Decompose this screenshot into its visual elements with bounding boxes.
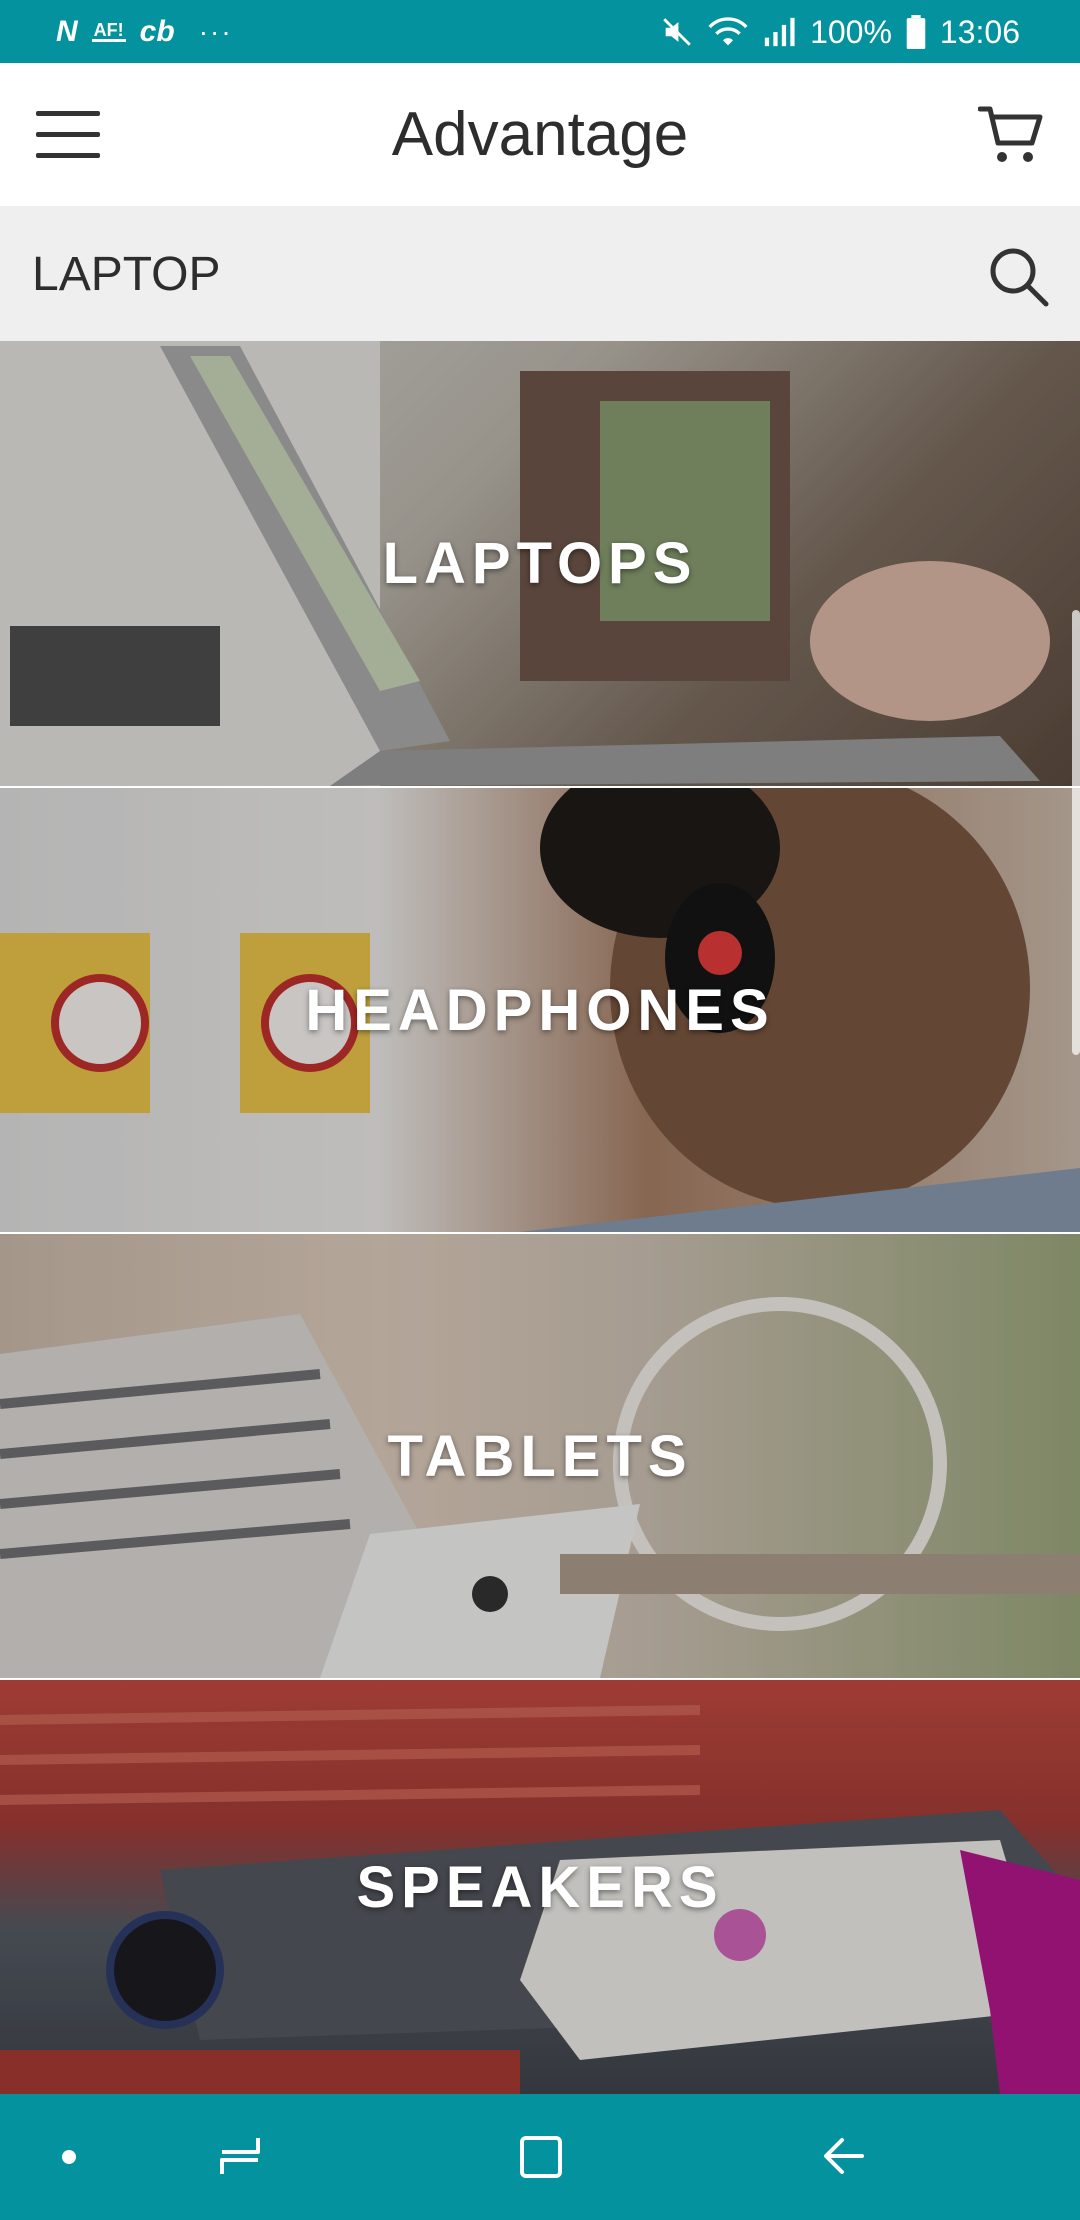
battery-icon [906,14,926,49]
category-label: SPEAKERS [356,1854,724,1920]
cb-notification-icon: cb [139,14,175,48]
category-label: LAPTOPS [382,531,698,596]
n-notification-icon: N [56,14,78,48]
clock: 13:06 [939,13,1020,50]
back-icon[interactable] [822,2134,866,2178]
search-bar [0,206,1080,341]
more-notifications-icon: ··· [198,15,233,47]
app-title: Advantage [391,100,689,169]
category-tile-headphones[interactable]: HEADPHONES [0,788,1080,1232]
status-bar: N AF! cb ··· 100% 13:06 [0,0,1080,63]
category-label: TABLETS [387,1423,693,1489]
recents-icon[interactable] [218,2134,262,2178]
wifi-icon [708,16,748,45]
category-tile-tablets[interactable]: TABLETS [0,1234,1080,1678]
app-bar: Advantage [0,63,1080,206]
mute-icon [663,17,691,46]
category-tile-speakers[interactable]: SPEAKERS [0,1680,1080,2094]
dot-icon[interactable] [62,2150,76,2164]
home-icon[interactable] [518,2134,564,2180]
scrollbar-thumb[interactable] [1072,610,1080,1055]
signal-icon [764,17,795,46]
category-tile-laptops[interactable]: LAPTOPS [0,341,1080,786]
status-left: N AF! cb ··· [56,16,233,48]
system-nav-bar [0,2094,1080,2220]
af-notification-icon: AF! [91,20,126,42]
category-label: HEADPHONES [305,977,775,1043]
shopping-cart-icon[interactable] [978,103,1044,167]
search-input[interactable] [32,236,932,312]
search-icon[interactable] [986,244,1052,310]
status-right: 100% 13:06 [660,13,1020,50]
battery-percent: 100% [810,13,892,50]
